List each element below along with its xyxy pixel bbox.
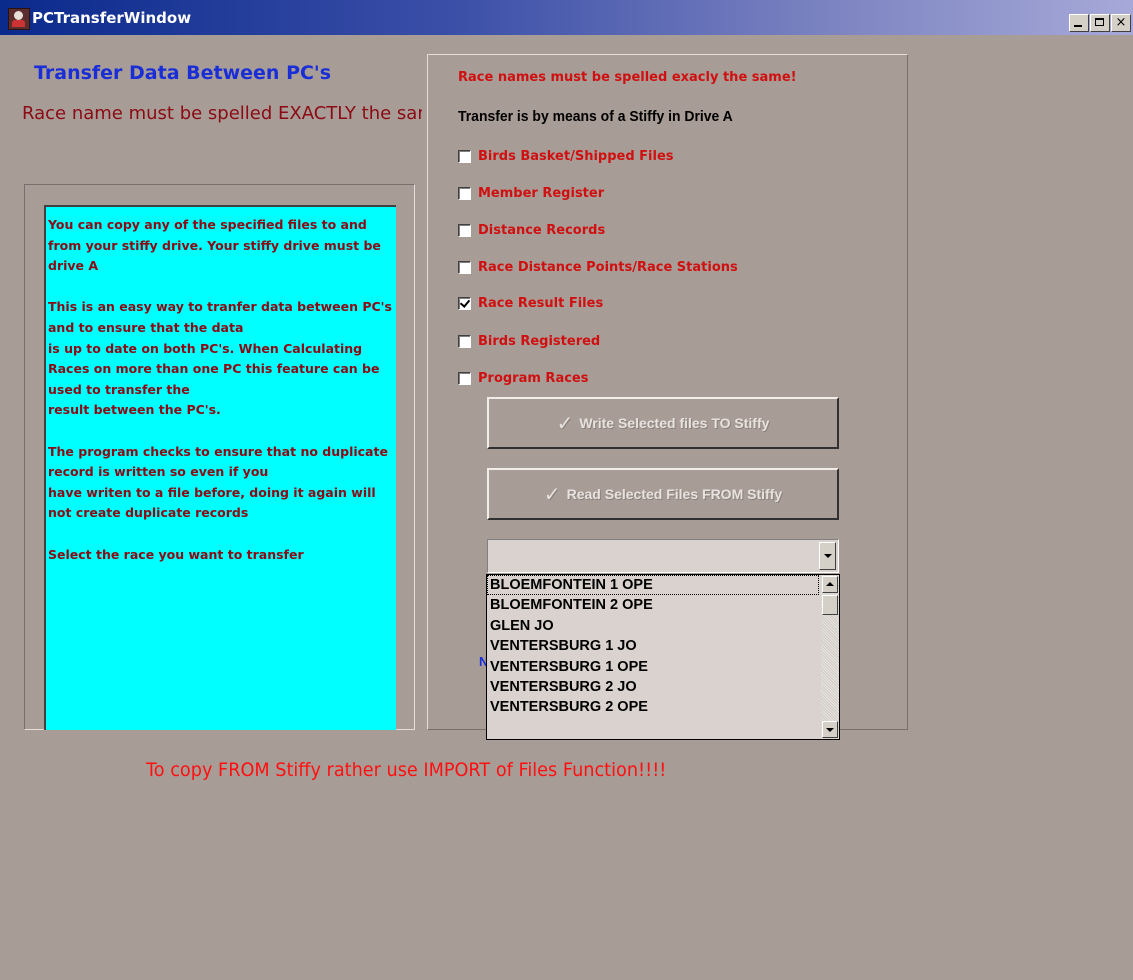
read-button-label: Read Selected Files FROM Stiffy [566, 486, 783, 502]
list-item[interactable]: VENTERSBURG 1 OPE [487, 657, 839, 677]
scroll-down-icon[interactable] [822, 721, 838, 738]
option-label: Birds Basket/Shipped Files [478, 148, 674, 164]
option-label: Program Races [478, 370, 589, 386]
option-member-register[interactable]: Member Register [458, 183, 604, 203]
checkbox-program-races[interactable] [458, 371, 471, 385]
checkbox-distance-records[interactable] [458, 223, 471, 237]
list-item[interactable]: VENTERSBURG 1 JO [487, 636, 839, 656]
close-button[interactable]: × [1111, 14, 1131, 32]
title-bar[interactable]: PCTransferWindow × [0, 0, 1133, 35]
checkbox-race-distance-points[interactable] [458, 260, 471, 274]
window-title: PCTransferWindow [32, 9, 192, 27]
spelling-warning: Race name must be spelled EXACTLY the sa… [22, 103, 422, 124]
race-dropdown-list[interactable]: BLOEMFONTEIN 1 OPE BLOEMFONTEIN 2 OPE GL… [486, 574, 840, 740]
page-heading: Transfer Data Between PC's [34, 62, 332, 84]
list-item[interactable]: VENTERSBURG 2 OPE [487, 697, 839, 717]
checkbox-birds-basket[interactable] [458, 149, 471, 163]
minimize-button[interactable] [1069, 14, 1089, 32]
list-item[interactable]: GLEN JO [487, 616, 839, 636]
check-icon: ✓ [543, 483, 561, 506]
chevron-down-icon[interactable] [819, 542, 836, 570]
write-to-stiffy-button[interactable]: ✓ Write Selected files TO Stiffy [487, 397, 839, 449]
checkbox-member-register[interactable] [458, 186, 471, 200]
transfer-method-note: Transfer is by means of a Stiffy in Driv… [458, 108, 733, 125]
dropdown-scrollbar[interactable] [821, 575, 839, 739]
option-program-races[interactable]: Program Races [458, 368, 588, 388]
read-from-stiffy-button[interactable]: ✓ Read Selected Files FROM Stiffy [487, 468, 839, 520]
race-name-note: Race names must be spelled exacly the sa… [458, 70, 797, 85]
close-icon: × [1115, 15, 1127, 30]
checkbox-birds-registered[interactable] [458, 334, 471, 348]
list-item[interactable]: BLOEMFONTEIN 2 OPE [487, 595, 839, 615]
option-distance-records[interactable]: Distance Records [458, 220, 605, 240]
maximize-icon [1095, 18, 1104, 26]
race-select-combobox[interactable] [487, 539, 839, 573]
list-item[interactable]: BLOEMFONTEIN 1 OPE [487, 575, 819, 596]
option-race-result-files[interactable]: Race Result Files [458, 293, 603, 313]
option-birds-registered[interactable]: Birds Registered [458, 331, 600, 351]
check-icon: ✓ [556, 412, 574, 435]
minimize-icon [1074, 25, 1082, 27]
scroll-thumb[interactable] [822, 595, 838, 615]
maximize-button[interactable] [1090, 14, 1110, 32]
checkbox-race-result-files[interactable] [458, 296, 471, 310]
import-hint: To copy FROM Stiffy rather use IMPORT of… [146, 759, 667, 781]
app-icon[interactable] [8, 8, 30, 30]
option-label: Birds Registered [478, 333, 601, 349]
option-label: Race Result Files [478, 295, 604, 311]
option-label: Member Register [478, 185, 605, 201]
list-item[interactable]: VENTERSBURG 2 JO [487, 677, 839, 697]
option-race-distance-points[interactable]: Race Distance Points/Race Stations [458, 257, 738, 277]
option-label: Race Distance Points/Race Stations [478, 259, 738, 275]
write-button-label: Write Selected files TO Stiffy [579, 415, 770, 431]
option-birds-basket[interactable]: Birds Basket/Shipped Files [458, 146, 674, 166]
scroll-up-icon[interactable] [822, 576, 838, 593]
option-label: Distance Records [478, 222, 606, 238]
info-text-box[interactable]: You can copy any of the specified files … [44, 205, 396, 730]
